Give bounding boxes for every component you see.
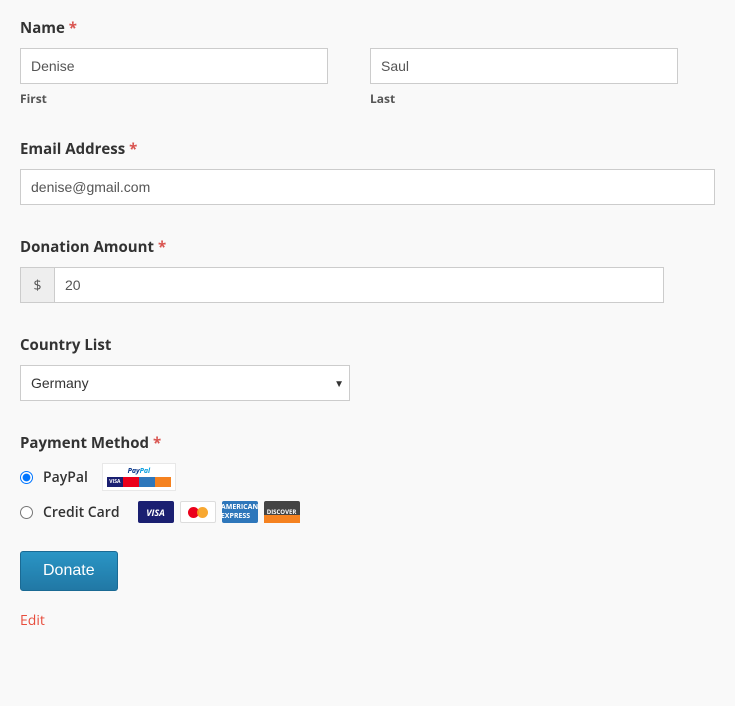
amex-icon xyxy=(139,477,155,487)
country-field: Country List Germany ▼ xyxy=(20,335,715,401)
paypal-radio-label[interactable]: PayPal xyxy=(43,468,88,487)
donation-form: Name * First Last Email Address * Donati… xyxy=(20,18,715,630)
paypal-icon: PayPal VISA xyxy=(102,463,176,491)
card-icons: VISA AMERICANEXPRESS DISCOVER xyxy=(138,501,300,523)
last-name-sublabel: Last xyxy=(370,90,678,107)
amount-field: Donation Amount * $ xyxy=(20,237,715,303)
creditcard-radio-label[interactable]: Credit Card xyxy=(43,503,120,522)
required-asterisk: * xyxy=(129,139,137,159)
country-label: Country List xyxy=(20,335,715,355)
paypal-radio[interactable] xyxy=(20,471,33,484)
first-name-input[interactable] xyxy=(20,48,328,84)
email-input[interactable] xyxy=(20,169,715,205)
donate-button[interactable]: Donate xyxy=(20,551,118,591)
first-name-sublabel: First xyxy=(20,90,328,107)
last-name-input[interactable] xyxy=(370,48,678,84)
email-field: Email Address * xyxy=(20,139,715,205)
creditcard-radio[interactable] xyxy=(20,506,33,519)
payment-option-paypal: PayPal PayPal VISA xyxy=(20,463,715,491)
email-label: Email Address * xyxy=(20,139,715,159)
name-field: Name * First Last xyxy=(20,18,715,107)
edit-link[interactable]: Edit xyxy=(20,611,715,630)
required-asterisk: * xyxy=(158,237,166,257)
payment-field: Payment Method * PayPal PayPal VISA Cred… xyxy=(20,433,715,523)
visa-icon: VISA xyxy=(138,501,174,523)
amount-input[interactable] xyxy=(54,267,664,303)
name-label: Name * xyxy=(20,18,715,38)
amount-label: Donation Amount * xyxy=(20,237,715,257)
mastercard-icon xyxy=(180,501,216,523)
amex-icon: AMERICANEXPRESS xyxy=(222,501,258,523)
visa-icon: VISA xyxy=(107,477,123,487)
required-asterisk: * xyxy=(153,433,161,453)
mastercard-icon xyxy=(123,477,139,487)
currency-prefix: $ xyxy=(20,267,54,303)
payment-option-cc: Credit Card VISA AMERICANEXPRESS DISCOVE… xyxy=(20,501,715,523)
required-asterisk: * xyxy=(69,18,77,38)
payment-label: Payment Method * xyxy=(20,433,715,453)
discover-icon: DISCOVER xyxy=(264,501,300,523)
discover-icon xyxy=(155,477,171,487)
country-select[interactable]: Germany xyxy=(20,365,350,401)
